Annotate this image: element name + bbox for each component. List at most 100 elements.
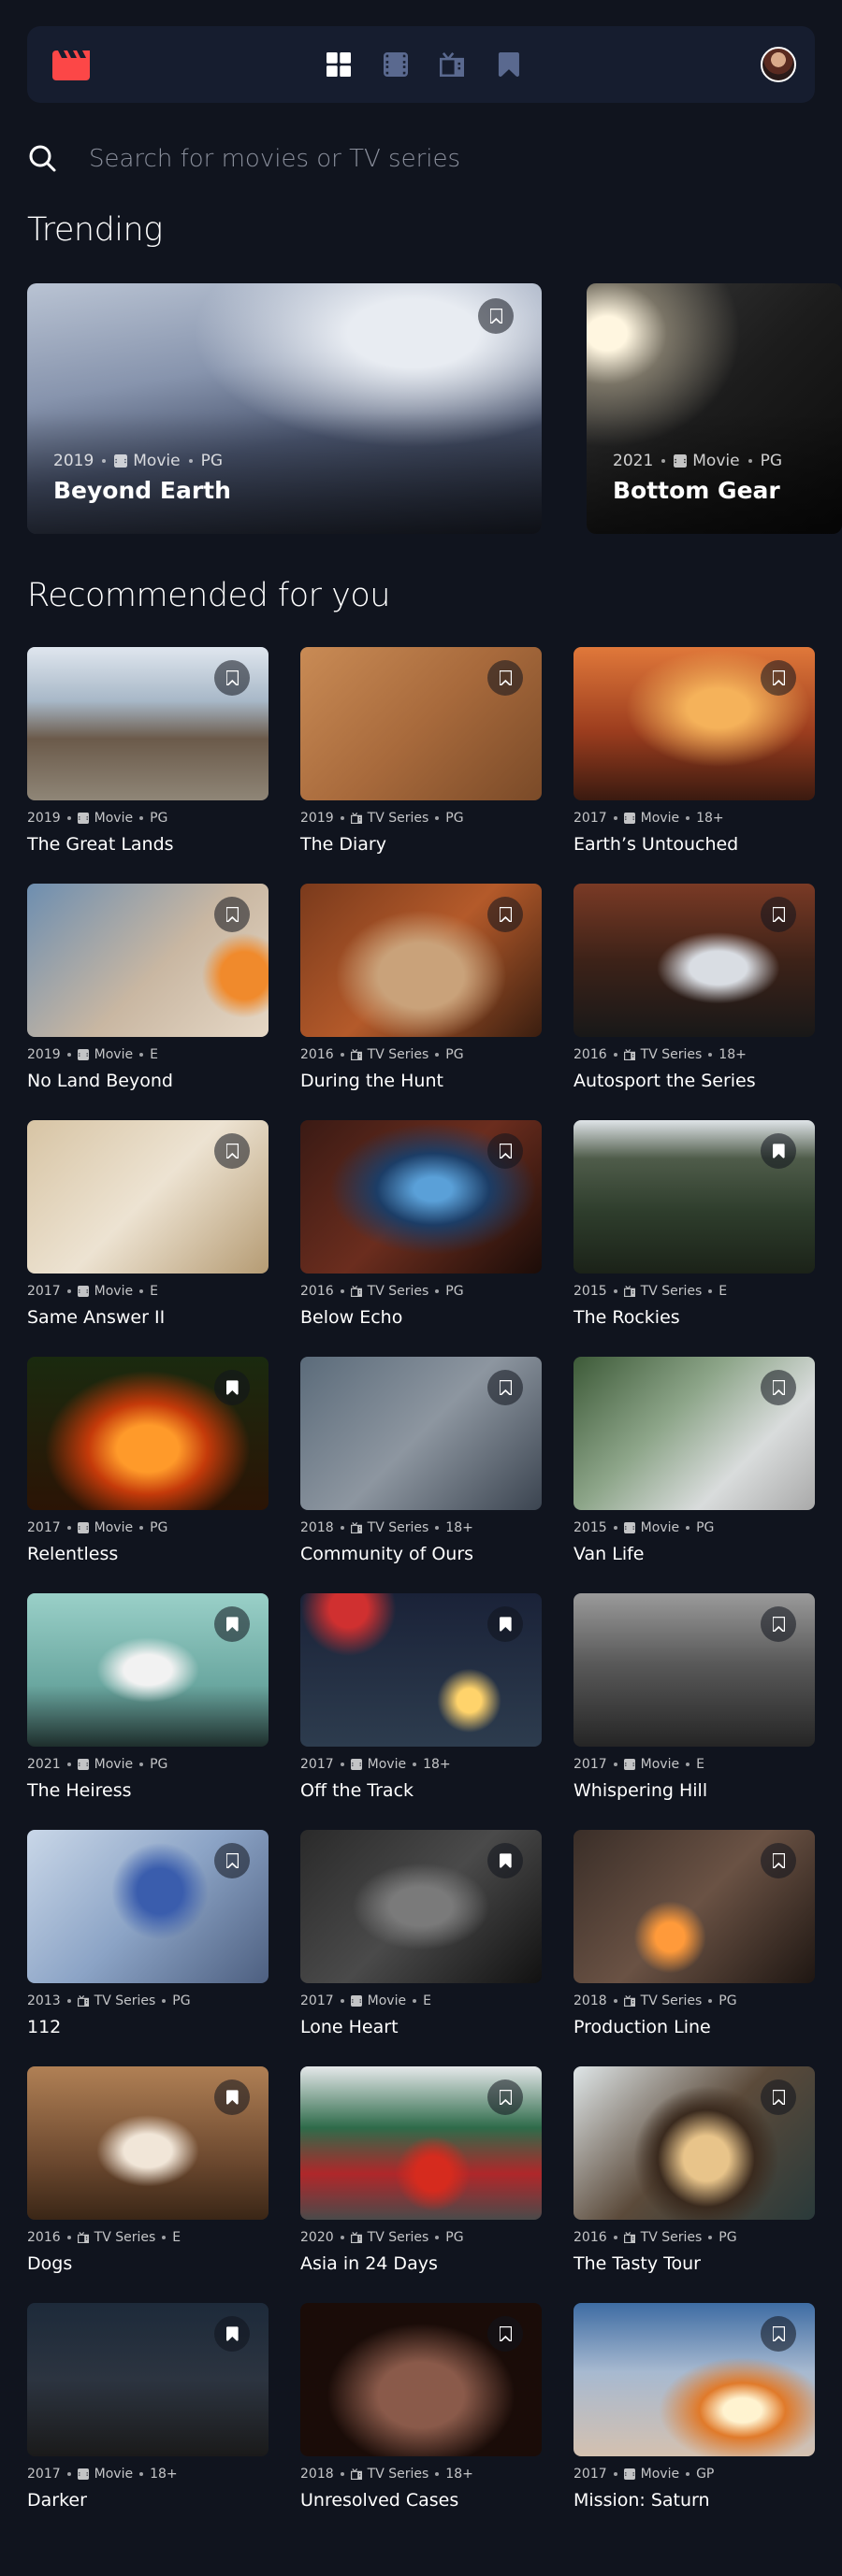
tv-icon[interactable]	[440, 52, 464, 77]
movie-category-icon	[77, 1759, 89, 1770]
search-input[interactable]	[89, 138, 800, 180]
card-thumbnail[interactable]	[300, 2303, 542, 2456]
recommended-card[interactable]: 2020 TV Series PG Asia in 24 Days	[300, 2066, 542, 2274]
recommended-card[interactable]: 2019 TV Series PG The Diary	[300, 647, 542, 855]
grid-icon[interactable]	[327, 52, 351, 77]
film-icon[interactable]	[384, 52, 408, 77]
category-label: Movie	[350, 1757, 406, 1772]
card-thumbnail[interactable]	[300, 884, 542, 1037]
bookmark-button[interactable]	[487, 897, 523, 932]
bookmark-button[interactable]	[761, 1606, 796, 1642]
card-thumbnail[interactable]	[573, 1593, 815, 1747]
card-thumbnail[interactable]	[27, 884, 269, 1037]
card-thumbnail[interactable]	[573, 2066, 815, 2220]
bookmark-button[interactable]	[214, 1843, 250, 1878]
bookmark-button[interactable]	[761, 1843, 796, 1878]
bookmark-button[interactable]	[487, 2316, 523, 2352]
bookmark-button[interactable]	[214, 2080, 250, 2115]
recommended-card[interactable]: 2018 TV Series 18+ Unresolved Cases	[300, 2303, 542, 2511]
separator-dot	[139, 1053, 144, 1057]
recommended-card[interactable]: 2017 Movie 18+ Darker	[27, 2303, 269, 2511]
recommended-card[interactable]: 2017 Movie 18+ Earth’s Untouched	[573, 647, 815, 855]
recommended-card[interactable]: 2021 Movie PG The Heiress	[27, 1593, 269, 1801]
recommended-card[interactable]: 2016 TV Series PG During the Hunt	[300, 884, 542, 1091]
movie-category-icon	[674, 454, 688, 468]
recommended-card[interactable]: 2018 TV Series 18+ Community of Ours	[300, 1357, 542, 1564]
recommended-card[interactable]: 2018 TV Series PG Production Line	[573, 1830, 815, 2037]
bookmark-button[interactable]	[487, 1133, 523, 1169]
bookmark-button[interactable]	[761, 897, 796, 932]
card-thumbnail[interactable]	[27, 1120, 269, 1274]
card-thumbnail[interactable]	[300, 1830, 542, 1983]
recommended-card[interactable]: 2019 Movie PG The Great Lands	[27, 647, 269, 855]
separator-dot	[686, 816, 690, 820]
card-title: Lone Heart	[300, 2017, 399, 2037]
recommended-card[interactable]: 2017 Movie E Lone Heart	[300, 1830, 542, 2037]
bookmark-button[interactable]	[761, 1133, 796, 1169]
year-label: 2018	[300, 1520, 334, 1535]
card-thumbnail[interactable]	[573, 2303, 815, 2456]
card-thumbnail[interactable]	[27, 647, 269, 800]
bookmark-button[interactable]	[214, 897, 250, 932]
separator-dot	[686, 1763, 690, 1766]
card-thumbnail[interactable]	[27, 1593, 269, 1747]
card-thumbnail[interactable]	[573, 1357, 815, 1510]
recommended-card[interactable]: 2016 TV Series 18+ Autosport the Series	[573, 884, 815, 1091]
card-thumbnail[interactable]	[300, 2066, 542, 2220]
recommended-card[interactable]: 2013 TV Series PG 112	[27, 1830, 269, 2037]
recommended-card[interactable]: 2019 Movie E No Land Beyond	[27, 884, 269, 1091]
card-thumbnail[interactable]	[300, 1357, 542, 1510]
rating-label: E	[150, 1284, 158, 1299]
recommended-card[interactable]: 2016 TV Series PG The Tasty Tour	[573, 2066, 815, 2274]
user-avatar[interactable]	[761, 47, 796, 82]
recommended-card[interactable]: 2016 TV Series PG Below Echo	[300, 1120, 542, 1328]
bookmark-icon[interactable]	[497, 52, 521, 77]
bookmark-button[interactable]	[214, 1606, 250, 1642]
tv-series-category-icon	[350, 1049, 362, 1060]
trending-card[interactable]: 2021 Movie PG Bottom Gear	[587, 283, 842, 534]
card-thumbnail[interactable]	[573, 1120, 815, 1274]
card-thumbnail[interactable]	[300, 1120, 542, 1274]
bookmark-button[interactable]	[214, 1133, 250, 1169]
bookmark-button[interactable]	[487, 1370, 523, 1405]
bookmark-button[interactable]	[487, 1606, 523, 1642]
card-thumbnail[interactable]	[27, 2303, 269, 2456]
card-meta: 2017 Movie 18+	[573, 811, 724, 826]
card-thumbnail[interactable]	[300, 1593, 542, 1747]
clapperboard-icon[interactable]	[52, 50, 90, 80]
card-thumbnail[interactable]	[573, 647, 815, 800]
movie-category-icon	[77, 813, 89, 824]
recommended-card[interactable]: 2016 TV Series E Dogs	[27, 2066, 269, 2274]
bookmark-button[interactable]	[761, 2316, 796, 2352]
card-thumbnail[interactable]	[300, 647, 542, 800]
bookmark-button[interactable]	[214, 2316, 250, 2352]
card-thumbnail[interactable]	[27, 1357, 269, 1510]
recommended-card[interactable]: 2015 Movie PG Van Life	[573, 1357, 815, 1564]
card-thumbnail[interactable]	[27, 2066, 269, 2220]
card-thumbnail[interactable]	[573, 884, 815, 1037]
category-label: TV Series	[350, 1284, 428, 1299]
bookmark-button[interactable]	[761, 660, 796, 696]
bookmark-button[interactable]	[214, 660, 250, 696]
separator-dot	[613, 816, 617, 820]
rating-label: E	[172, 2230, 181, 2245]
bookmark-icon	[225, 1144, 239, 1158]
bookmark-button[interactable]	[487, 1843, 523, 1878]
bookmark-icon	[499, 1617, 512, 1632]
bookmark-button[interactable]	[478, 298, 514, 334]
bookmark-button[interactable]	[487, 2080, 523, 2115]
bookmark-button[interactable]	[761, 2080, 796, 2115]
card-thumbnail[interactable]	[573, 1830, 815, 1983]
bookmark-button[interactable]	[214, 1370, 250, 1405]
recommended-card[interactable]: 2017 Movie E Whispering Hill	[573, 1593, 815, 1801]
recommended-card[interactable]: 2017 Movie PG Relentless	[27, 1357, 269, 1564]
recommended-card[interactable]: 2017 Movie GP Mission: Saturn	[573, 2303, 815, 2511]
recommended-card[interactable]: 2015 TV Series E The Rockies	[573, 1120, 815, 1328]
year-label: 2016	[300, 1047, 334, 1062]
trending-card[interactable]: 2019 Movie PG Beyond Earth	[27, 283, 542, 534]
recommended-card[interactable]: 2017 Movie 18+ Off the Track	[300, 1593, 542, 1801]
card-thumbnail[interactable]	[27, 1830, 269, 1983]
recommended-card[interactable]: 2017 Movie E Same Answer II	[27, 1120, 269, 1328]
bookmark-button[interactable]	[487, 660, 523, 696]
bookmark-button[interactable]	[761, 1370, 796, 1405]
